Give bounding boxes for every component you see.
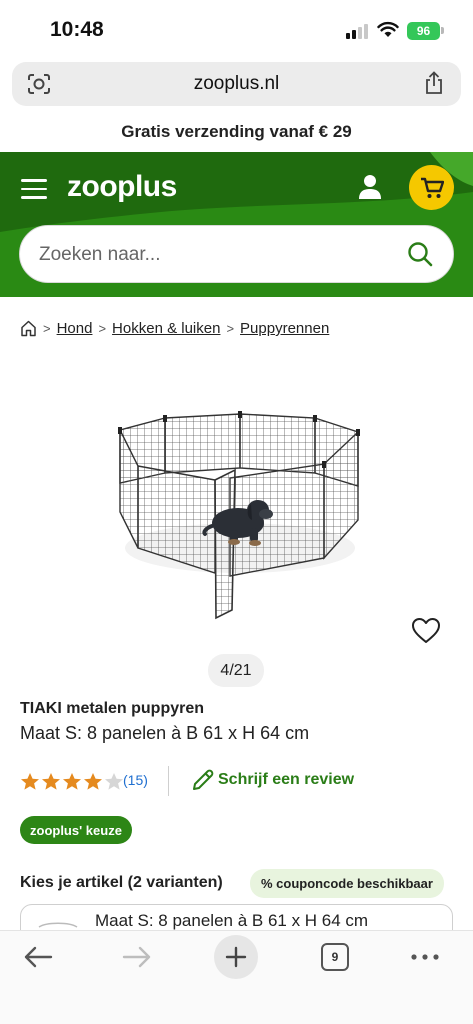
breadcrumb-puppyrennen[interactable]: Puppyrennen: [240, 320, 329, 337]
promo-banner: Gratis verzending vanaf € 29: [121, 122, 352, 141]
breadcrumb-hond[interactable]: Hond: [57, 320, 93, 337]
star-icon: [21, 773, 39, 790]
wifi-icon: [377, 21, 399, 37]
forward-arrow-icon[interactable]: [121, 945, 153, 969]
star-icon: [63, 773, 81, 790]
battery-indicator: 96: [407, 22, 440, 40]
choice-badge: zooplus' keuze: [20, 816, 132, 844]
variants-title: Kies je artikel (2 varianten): [20, 874, 223, 891]
chevron-right-icon: >: [98, 321, 107, 336]
tab-switcher-button[interactable]: 9: [321, 943, 349, 971]
share-icon[interactable]: [424, 71, 444, 95]
product-image[interactable]: [110, 408, 375, 620]
new-tab-button[interactable]: [214, 935, 258, 979]
divider: [168, 766, 169, 796]
battery-cap: [441, 27, 444, 34]
back-arrow-icon[interactable]: [22, 945, 54, 969]
product-subtitle: Maat S: 8 panelen à B 61 x H 64 cm: [20, 723, 310, 743]
cart-button[interactable]: [409, 165, 454, 210]
chevron-right-icon: >: [43, 321, 51, 336]
user-icon[interactable]: [358, 174, 382, 200]
signal-icon: [346, 24, 368, 39]
zooplus-logo[interactable]: zooplus: [67, 170, 177, 204]
status-bar: 10:48 96: [0, 0, 473, 60]
chevron-right-icon: >: [226, 321, 235, 336]
cart-icon: [420, 177, 444, 198]
menu-icon[interactable]: [21, 179, 47, 199]
status-time: 10:48: [50, 18, 104, 41]
search-icon[interactable]: [407, 241, 433, 268]
url-text[interactable]: zooplus.nl: [12, 73, 461, 95]
star-icon: [42, 773, 60, 790]
star-icon: [105, 773, 123, 790]
review-count[interactable]: (15): [123, 772, 148, 788]
site-header: zooplus: [0, 152, 473, 297]
rating-stars[interactable]: [20, 772, 124, 791]
pencil-icon: [193, 769, 214, 790]
heart-icon[interactable]: [411, 617, 441, 644]
write-review-link[interactable]: Schrijf een review: [191, 768, 354, 792]
address-bar[interactable]: zooplus.nl: [12, 62, 461, 106]
breadcrumb: > Hond > Hokken & luiken > Puppyrennen: [20, 320, 329, 337]
image-counter: 4/21: [208, 654, 264, 687]
search-box[interactable]: [19, 225, 454, 283]
more-icon[interactable]: [410, 945, 440, 969]
browser-toolbar: 9: [0, 930, 473, 1024]
coupon-badge[interactable]: % couponcode beschikbaar: [250, 869, 444, 898]
plus-icon: [225, 946, 247, 968]
star-icon: [84, 773, 102, 790]
search-input[interactable]: [39, 240, 379, 270]
breadcrumb-hokken[interactable]: Hokken & luiken: [112, 320, 220, 337]
write-review-label: Schrijf een review: [218, 771, 355, 788]
home-icon[interactable]: [20, 320, 37, 337]
variant-label: Maat S: 8 panelen à B 61 x H 64 cm: [95, 911, 369, 930]
product-brand: TIAKI metalen puppyren: [20, 700, 205, 717]
